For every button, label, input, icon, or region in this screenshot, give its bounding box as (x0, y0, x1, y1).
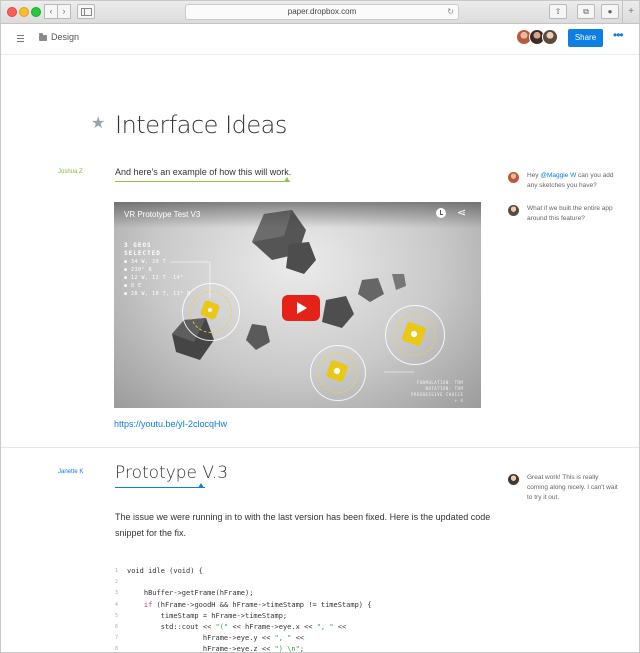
code-block[interactable]: 1 void idle (void) { 2 3 hBuffer->getFrame(… (115, 566, 371, 653)
forward-button[interactable]: › (58, 4, 71, 19)
author-tag: Joshua Z (58, 169, 83, 175)
nav-buttons: ‹ › (44, 4, 71, 19)
stats-line: ● 28 W, 10 T, 11° R (124, 291, 191, 297)
section-heading[interactable]: Prototype V.3 (115, 463, 228, 483)
star-icon[interactable]: ★ (91, 113, 105, 133)
line-number: 1 (115, 568, 119, 574)
more-options-icon[interactable]: ••• (613, 28, 624, 42)
line-number: 7 (115, 635, 119, 642)
stats-line: ● 230° R (124, 267, 153, 273)
share-icon[interactable]: ⋖ (457, 206, 466, 219)
new-tab-button[interactable]: + (622, 1, 639, 23)
video-embed[interactable]: VR Prototype Test V3 ⋖ 3 GEOS SELECTED ●… (114, 202, 481, 408)
browser-window: ‹ › paper.dropbox.com ↻ ⇧ ⧉ ● + Design S… (0, 0, 640, 653)
reload-icon[interactable]: ↻ (447, 5, 454, 19)
line-number: 4 (115, 601, 119, 608)
browser-toolbar: ‹ › paper.dropbox.com ↻ ⇧ ⧉ ● + (1, 1, 639, 24)
comment[interactable]: What if we built the entire app around t… (508, 204, 618, 224)
code-text: void idle (void) { (127, 567, 203, 575)
sidebar-toggle-icon[interactable] (77, 4, 95, 19)
menu-icon[interactable] (17, 35, 24, 42)
line-number: 6 (115, 624, 119, 631)
code-line[interactable]: 6 std::cout << "(" << hFrame->eye.x << "… (115, 622, 371, 633)
avatar[interactable] (508, 172, 519, 183)
comment-marker-icon[interactable] (198, 483, 204, 488)
legend-line: + 4 (454, 398, 464, 403)
avatar[interactable] (508, 205, 519, 216)
code-line[interactable]: 3 hBuffer->getFrame(hFrame); (115, 588, 371, 599)
minimize-window-button[interactable] (19, 7, 29, 17)
video-legend-overlay: FORMULATION: TRM NOTATION: TRM PROGRESSI… (411, 380, 463, 404)
play-button[interactable] (282, 295, 320, 321)
stats-line: ● 34 W, 20 T (124, 259, 167, 265)
code-text: timeStamp = hFrame->timeStamp; (127, 611, 288, 620)
stats-line: ● 12 W, 12 T -14° (124, 275, 184, 281)
code-text: hFrame->eye.y << ", " << (127, 634, 305, 643)
video-title[interactable]: VR Prototype Test V3 (124, 210, 200, 219)
comment-text: What if we built the entire app around t… (527, 205, 613, 222)
stats-heading: SELECTED (124, 250, 161, 257)
comment[interactable]: Great work! This is really coming along … (508, 473, 618, 503)
avatar[interactable] (508, 474, 519, 485)
comment-marker-icon[interactable] (284, 177, 290, 182)
zoom-window-button[interactable] (31, 7, 41, 17)
address-bar[interactable]: paper.dropbox.com ↻ (185, 4, 459, 20)
line-number: 8 (115, 646, 119, 653)
code-text: hBuffer->getFrame(hFrame); (127, 589, 254, 598)
video-link[interactable]: https://youtu.be/yI-2clocqHw (114, 419, 227, 429)
tabs-overview-icon[interactable]: ⧉ (577, 4, 595, 19)
code-line[interactable]: 5 timeStamp = hFrame->timeStamp; (115, 611, 371, 622)
url-text: paper.dropbox.com (287, 7, 357, 16)
share-page-icon[interactable]: ⇧ (549, 4, 567, 19)
section-divider (1, 447, 639, 448)
comment-highlight[interactable] (115, 487, 205, 488)
code-line[interactable]: 7 hFrame->eye.y << ", " << (115, 633, 371, 644)
share-button[interactable]: Share (568, 29, 603, 47)
breadcrumb[interactable]: Design (51, 32, 79, 42)
watch-later-icon[interactable] (436, 208, 446, 218)
code-text: if (hFrame->goodH && hFrame->timeStamp !… (143, 600, 372, 609)
line-number: 3 (115, 590, 119, 597)
folder-icon (39, 33, 47, 41)
code-line[interactable]: 8 hFrame->eye.z << ") \n"; (115, 644, 371, 653)
avatar[interactable] (542, 29, 558, 45)
comment[interactable]: Hey @Maggie W can you add any sketches y… (508, 171, 618, 191)
stats-line: ● 8 E (124, 283, 142, 289)
author-tag: Janette K (58, 469, 84, 475)
close-window-button[interactable] (7, 7, 17, 17)
paragraph[interactable]: The issue we were running in to with the… (115, 509, 495, 541)
back-button[interactable]: ‹ (44, 4, 58, 19)
page-title[interactable]: Interface Ideas (115, 111, 287, 139)
downloads-icon[interactable]: ● (601, 4, 619, 19)
line-number: 5 (115, 612, 119, 619)
comment-highlight[interactable] (115, 181, 290, 182)
code-line[interactable]: 2 (115, 577, 371, 588)
code-line[interactable]: 4 if (hFrame->goodH && hFrame->timeStamp… (115, 600, 371, 611)
code-line[interactable]: 1 void idle (void) { (115, 566, 371, 577)
stats-heading: 3 GEOS (124, 242, 152, 249)
line-number: 2 (115, 579, 119, 586)
collaborator-avatars (516, 29, 558, 45)
video-stats-overlay: 3 GEOS SELECTED ● 34 W, 20 T ● 230° R ● … (124, 242, 191, 298)
comment-text: Hey @Maggie W can you add any sketches y… (527, 172, 614, 189)
app-header: Design Share ••• (1, 24, 639, 55)
mention-link[interactable]: @Maggie W (540, 172, 576, 179)
comment-text: Great work! This is really coming along … (527, 474, 618, 501)
code-text: hFrame->eye.z << ") \n"; (127, 645, 305, 653)
paragraph[interactable]: And here's an example of how this will w… (115, 167, 291, 177)
code-text: std::cout << "(" << hFrame->eye.x << ", … (127, 623, 347, 632)
